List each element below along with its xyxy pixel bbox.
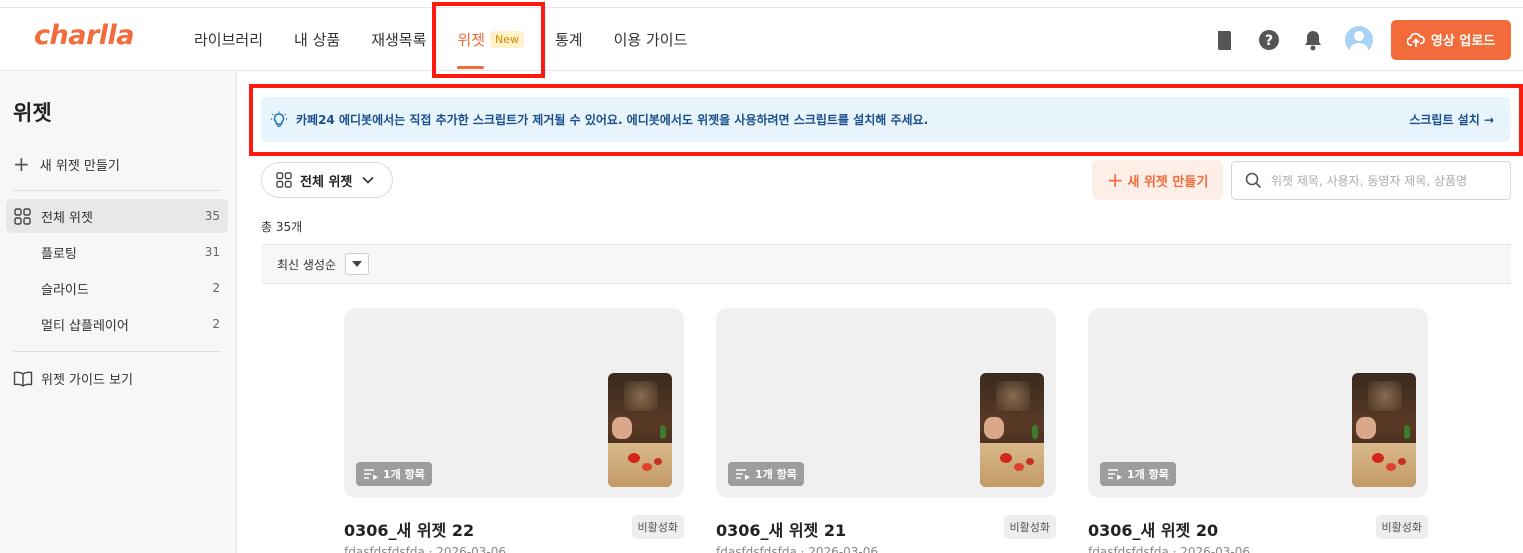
playlist-icon xyxy=(1108,469,1122,480)
sidebar-item-floating[interactable]: 플로팅 31 xyxy=(6,235,228,269)
nav-library[interactable]: 라이브러리 xyxy=(194,8,263,71)
open-book-icon xyxy=(13,371,33,387)
sidebar-item-count: 2 xyxy=(212,281,220,295)
nav-my-products[interactable]: 내 상품 xyxy=(294,8,340,71)
status-badge: 비활성화 xyxy=(631,515,684,539)
divider xyxy=(13,351,221,352)
video-thumbnail xyxy=(1352,373,1416,487)
sidebar-new-label: 새 위젯 만들기 xyxy=(39,158,120,174)
widget-search xyxy=(1231,161,1511,200)
upload-icon xyxy=(1406,32,1425,47)
nav-stats[interactable]: 통계 xyxy=(555,8,583,71)
top-header: charlla 라이브러리 내 상품 재생목록 위젯 New 통계 이용 가이드… xyxy=(0,8,1523,71)
sidebar-item-label: 플로팅 xyxy=(41,246,77,262)
items-badge: 1개 항목 xyxy=(728,462,804,486)
sort-dropdown[interactable] xyxy=(345,253,370,275)
nav-label: 통계 xyxy=(555,31,583,49)
widget-meta: fdasfdsfdsfda · 2026-03-06 xyxy=(716,545,879,553)
nav-label: 내 상품 xyxy=(294,31,341,49)
help-icon[interactable]: ? xyxy=(1257,28,1281,52)
widget-title: 0306_새 위젯 21 xyxy=(716,521,847,540)
book-icon[interactable] xyxy=(1213,28,1237,52)
total-count: 총 35개 xyxy=(261,220,303,234)
sidebar-item-label: 전체 위젯 xyxy=(41,210,93,226)
widget-meta: fdasfdsfdsfda · 2026-03-06 xyxy=(1088,545,1251,553)
search-input[interactable] xyxy=(1271,173,1496,188)
nav-label: 라이브러리 xyxy=(194,31,264,49)
new-widget-label: 새 위젯 만들기 xyxy=(1127,174,1209,190)
bell-icon[interactable] xyxy=(1301,28,1325,52)
nav-label: 재생목록 xyxy=(371,31,427,49)
nav-label: 이용 가이드 xyxy=(613,31,688,49)
video-thumbnail xyxy=(980,373,1044,487)
items-count: 1개 항목 xyxy=(383,468,425,481)
sidebar-guide-label: 위젯 가이드 보기 xyxy=(41,373,133,388)
items-count: 1개 항목 xyxy=(755,468,797,481)
filter-label: 전체 위젯 xyxy=(300,174,353,190)
widget-filter-dropdown[interactable]: 전체 위젯 xyxy=(261,162,393,198)
sidebar-item-count: 31 xyxy=(204,245,220,259)
nav-playlist[interactable]: 재생목록 xyxy=(371,8,426,71)
grid-icon xyxy=(276,172,292,188)
caret-down-icon xyxy=(352,261,363,267)
playlist-icon xyxy=(364,469,378,480)
sidebar-new-widget[interactable]: + 새 위젯 만들기 xyxy=(13,154,120,174)
svg-text:?: ? xyxy=(1265,33,1273,49)
sort-bar: 최신 생성순 xyxy=(261,244,1511,284)
widget-thumbnail[interactable]: 1개 항목 xyxy=(344,308,684,498)
items-badge: 1개 항목 xyxy=(1100,462,1176,486)
new-widget-button[interactable]: + 새 위젯 만들기 xyxy=(1092,160,1223,200)
header-actions: ? 영상 업로드 xyxy=(1193,8,1523,71)
upload-video-button[interactable]: 영상 업로드 xyxy=(1391,19,1511,60)
sidebar-title: 위젯 xyxy=(13,101,52,125)
sidebar-widget-guide[interactable]: 위젯 가이드 보기 xyxy=(13,369,133,388)
upload-label: 영상 업로드 xyxy=(1430,34,1496,49)
highlight-box-nav xyxy=(432,2,545,78)
status-badge: 비활성화 xyxy=(1003,515,1056,539)
sort-label: 최신 생성순 xyxy=(277,257,337,272)
nav-guide[interactable]: 이용 가이드 xyxy=(614,8,688,71)
grid-icon xyxy=(14,208,31,225)
items-count: 1개 항목 xyxy=(1127,468,1169,481)
divider xyxy=(13,190,221,191)
search-icon xyxy=(1245,172,1262,189)
widget-card[interactable]: 1개 항목 0306_새 위젯 21 비활성화 fdasfdsfdsfda · … xyxy=(716,308,1056,553)
sidebar-item-count: 35 xyxy=(204,209,220,223)
widget-thumbnail[interactable]: 1개 항목 xyxy=(1088,308,1428,498)
items-badge: 1개 항목 xyxy=(356,462,432,486)
logo[interactable]: charlla xyxy=(34,20,135,51)
sidebar: 위젯 + 새 위젯 만들기 전체 위젯 35 플로팅 31 슬라이드 2 멀티 … xyxy=(0,72,237,553)
widget-thumbnail[interactable]: 1개 항목 xyxy=(716,308,1056,498)
chevron-down-icon xyxy=(362,176,374,184)
sidebar-item-multi-shop[interactable]: 멀티 샵플레이어 2 xyxy=(6,307,228,341)
widget-card[interactable]: 1개 항목 0306_새 위젯 20 비활성화 fdasfdsfdsfda · … xyxy=(1088,308,1428,553)
plus-icon: + xyxy=(1106,168,1124,192)
widget-card[interactable]: 1개 항목 0306_새 위젯 22 비활성화 fdasfdsfdsfda · … xyxy=(344,308,684,553)
widget-title: 0306_새 위젯 22 xyxy=(344,521,475,540)
sidebar-item-all[interactable]: 전체 위젯 35 xyxy=(6,199,228,233)
sidebar-item-label: 멀티 샵플레이어 xyxy=(41,318,129,334)
video-thumbnail xyxy=(608,373,672,487)
sidebar-item-label: 슬라이드 xyxy=(41,282,89,298)
highlight-box-banner xyxy=(249,84,1523,156)
sidebar-item-count: 2 xyxy=(212,317,220,331)
avatar[interactable] xyxy=(1345,25,1373,54)
plus-icon: + xyxy=(13,152,30,176)
widget-title: 0306_새 위젯 20 xyxy=(1088,521,1219,540)
status-badge: 비활성화 xyxy=(1375,515,1428,539)
playlist-icon xyxy=(736,469,750,480)
widget-meta: fdasfdsfdsfda · 2026-03-06 xyxy=(344,545,507,553)
sidebar-item-slide[interactable]: 슬라이드 2 xyxy=(6,271,228,305)
